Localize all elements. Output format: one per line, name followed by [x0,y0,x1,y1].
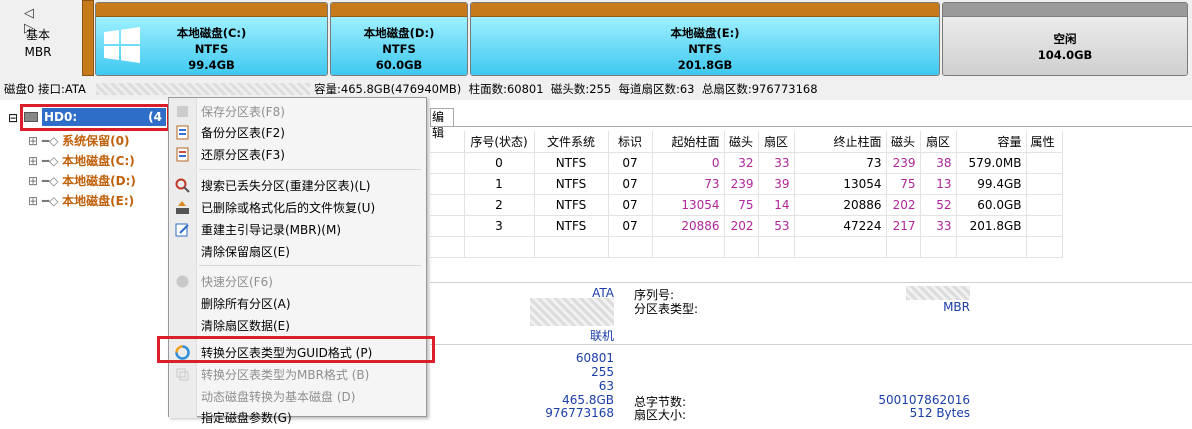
partition-c-block[interactable]: 本地磁盘(C:) NTFS 99.4GB [95,2,328,76]
recovery-icon [175,200,190,215]
menu-item-clear-reserved-sectors[interactable]: 清除保留扇区(E) [169,241,427,263]
col-header[interactable]: 容量 [956,131,1027,153]
col-header[interactable]: 磁头 [724,131,759,153]
redacted-model-detail [530,298,614,326]
free-space-size: 104.0GB [1037,48,1093,62]
edit-mbr-icon [175,222,190,237]
windows-logo-icon [104,27,140,63]
total-sectors-value: 976773168 [545,406,614,420]
col-header[interactable]: 扇区 [920,131,957,153]
free-space-block[interactable]: 空闲 104.0GB [942,2,1188,76]
table-header-row: 序号(状态) 文件系统 标识 起始柱面 磁头 扇区 终止柱面 磁头 扇区 容量 … [430,131,1063,153]
menu-item-save-partition-table[interactable]: 保存分区表(F8) [169,101,427,123]
menu-item-search-lost-partitions[interactable]: 搜索已丢失分区(重建分区表)(L) [169,175,427,197]
table-row[interactable]: 2 NTFS 07 13054 75 14 20886 202 52 60.0GB [430,194,1063,216]
cylinders-value: 60801 [575,351,614,365]
partition-d-block[interactable]: 本地磁盘(D:) NTFS 60.0GB [330,2,468,76]
menu-item-file-recovery[interactable]: 已删除或格式化后的文件恢复(U) [169,197,427,219]
disk-interface-text: 磁盘0 接口:ATA [4,82,86,96]
partition-table: 序号(状态) 文件系统 标识 起始柱面 磁头 扇区 终止柱面 磁头 扇区 容量 … [430,131,1063,258]
col-header[interactable]: 标识 [608,131,653,153]
tab-edit[interactable]: 编辑 [430,108,454,140]
convert-mbr-icon [175,367,190,382]
disk-tree: ⊟ HD0: (4 ⊞ ━◇ 系统保留(0) ⊞ ━◇ 本地磁盘(C:) ⊞ ━… [0,104,172,417]
save-icon [175,104,190,119]
menu-item-quick-partition[interactable]: 快速分区(F6) [169,271,427,293]
menu-item-dynamic-to-basic[interactable]: 动态磁盘转换为基本磁盘 (D) [169,386,427,408]
table-row[interactable]: 3 NTFS 07 20886 202 53 47224 217 33 201.8GB [430,215,1063,237]
menu-item-convert-to-mbr[interactable]: 转换分区表类型为MBR格式 (B) [169,364,427,386]
partition-name: 本地磁盘(D:) [363,26,435,40]
partition-table-type-label: 分区表类型: [634,302,699,316]
sector-size-value: 512 Bytes [909,406,970,420]
menu-item-clear-sector-data[interactable]: 清除扇区数据(E) [169,315,427,337]
tree-item[interactable]: ⊞ ━◇ 本地磁盘(E:) [28,192,134,209]
redacted-serial [906,286,970,300]
reserved-partition-strip[interactable] [82,0,94,76]
tree-item[interactable]: ⊞ ━◇ 本地磁盘(D:) [28,172,136,189]
highlight-box-tree [20,104,170,131]
col-header[interactable]: 文件系统 [534,131,609,153]
disk-type-label: 基本 MBR [12,27,64,61]
col-header[interactable]: 终止柱面 [794,131,887,153]
col-header[interactable]: 扇区 [758,131,795,153]
partition-size: 201.8GB [677,58,733,72]
free-space-label: 空闲 [1053,32,1077,46]
tree-item[interactable]: ⊞ ━◇ 系统保留(0) [28,132,129,149]
partition-fs: NTFS [382,42,416,56]
highlight-box-guid [157,336,435,363]
disk-map-bar: ◁ ▷ 基本 MBR 本地磁盘(C:) NTFS 99.4GB 本地磁盘(D:)… [0,0,1192,80]
col-header[interactable]: 起始柱面 [652,131,725,153]
table-row[interactable]: 0 NTFS 07 0 32 33 73 239 38 579.0MB [430,152,1063,174]
partition-size: 60.0GB [375,58,423,72]
partition-table-type-value: MBR [943,300,970,314]
redacted-model [96,83,310,95]
partition-e-block[interactable]: 本地磁盘(E:) NTFS 201.8GB [470,2,940,76]
menu-item-specify-disk-params[interactable]: 指定磁盘参数(G) [169,407,427,429]
total-bytes-value: 500107862016 [878,393,970,407]
tree-item[interactable]: ⊞ ━◇ 本地磁盘(C:) [28,152,135,169]
table-row[interactable]: 1 NTFS 07 73 239 39 13054 75 13 99.4GB [430,173,1063,195]
disk-type-basic: 基本 [25,28,50,42]
partition-name: 本地磁盘(E:) [670,26,740,40]
menu-item-rebuild-mbr[interactable]: 重建主引导记录(MBR)(M) [169,219,427,241]
menu-item-backup-partition-table[interactable]: 备份分区表(F2) [169,122,427,144]
menu-item-delete-all-partitions[interactable]: 删除所有分区(A) [169,293,427,315]
disk-type-mbr: MBR [24,45,52,59]
menu-item-restore-partition-table[interactable]: 还原分区表(F3) [169,144,427,166]
col-header[interactable]: 序号(状态) [464,131,535,153]
quick-partition-icon [175,274,190,289]
disk-context-menu: 保存分区表(F8) 备份分区表(F2) 还原分区表(F3) 搜索已丢失分区(重建… [168,97,427,425]
restore-table-icon [175,147,190,162]
status-value: 联机 [589,329,614,343]
col-header[interactable]: 磁头 [886,131,921,153]
tree-collapse-icon[interactable]: ⊟ [8,111,18,125]
disk-geometry-text: 容量:465.8GB(476940MB) 柱面数:60801 磁头数:255 每… [314,82,818,96]
partition-fs: NTFS [688,42,722,56]
search-icon [175,178,190,193]
backup-table-icon [175,125,190,140]
col-header[interactable]: 属性 [1026,131,1063,153]
sectors-value: 63 [598,379,614,393]
sector-size-label: 扇区大小: [634,408,687,422]
capacity-value: 465.8GB [562,393,614,407]
heads-value: 255 [591,365,614,379]
partition-pane: 编辑 序号(状态) 文件系统 标识 起始柱面 磁头 扇区 终止柱面 磁头 扇区 … [430,104,1192,422]
